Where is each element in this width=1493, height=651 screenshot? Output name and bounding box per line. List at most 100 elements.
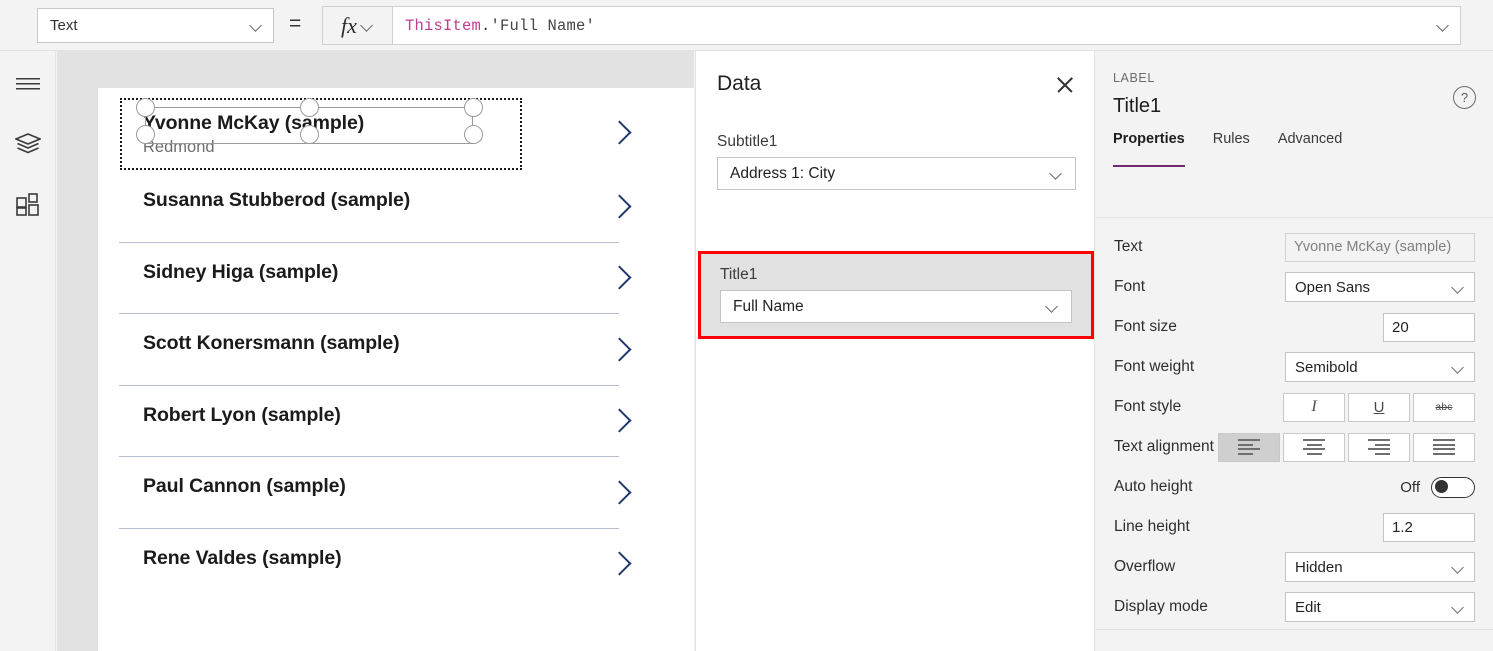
chevron-down-icon <box>1046 300 1059 313</box>
overflow-select[interactable]: Hidden <box>1285 552 1475 582</box>
property-control: Edit <box>1285 592 1475 622</box>
question-mark-icon[interactable]: ? <box>1453 86 1476 109</box>
gallery-separator <box>119 241 619 243</box>
chevron-right-icon[interactable] <box>610 405 632 435</box>
underline-icon[interactable]: U <box>1348 392 1410 422</box>
property-label: Overflow <box>1114 558 1176 575</box>
font-select[interactable]: Open Sans <box>1285 272 1475 302</box>
property-label: Font size <box>1114 318 1177 335</box>
fx-icon: fx <box>341 12 357 38</box>
insert-components-icon[interactable] <box>13 189 43 219</box>
align-right-glyph <box>1368 439 1390 455</box>
font-size-input[interactable]: 20 <box>1383 312 1475 342</box>
grid-glyph <box>16 193 39 216</box>
gallery-item[interactable]: Susanna Stubberod (sample) <box>98 170 694 242</box>
app-screen[interactable]: Yvonne McKay (sample) Redmond Susanna St… <box>98 88 694 651</box>
chevron-right-icon[interactable] <box>610 191 632 221</box>
data-field-label: Title1 <box>720 266 758 283</box>
gallery-control[interactable]: Yvonne McKay (sample) Redmond Susanna St… <box>98 88 694 599</box>
align-center-glyph <box>1303 439 1325 455</box>
data-panel: Data Subtitle1 Address 1: City Title1 Fu… <box>695 51 1095 651</box>
resize-handle-s[interactable] <box>300 125 319 144</box>
underline-glyph: U <box>1373 398 1385 416</box>
close-icon[interactable] <box>1053 73 1077 97</box>
property-label: Auto height <box>1114 478 1193 495</box>
align-left-icon[interactable] <box>1218 432 1280 462</box>
property-label: Text alignment <box>1114 438 1214 455</box>
formula-token-dot: . <box>481 16 491 35</box>
gallery-item-title[interactable]: Paul Cannon (sample) <box>143 475 346 498</box>
property-label: Font style <box>1114 398 1182 415</box>
strikethrough-icon[interactable]: abc <box>1413 392 1475 422</box>
overflow-select-value: Hidden <box>1295 558 1343 576</box>
hamburger-menu-icon[interactable] <box>13 69 43 99</box>
gallery-item[interactable]: Sidney Higa (sample) <box>98 241 694 314</box>
chevron-down-icon <box>361 19 374 32</box>
property-label: Display mode <box>1114 598 1208 615</box>
resize-handle-sw[interactable] <box>136 125 155 144</box>
italic-icon[interactable]: I <box>1283 392 1345 422</box>
resize-handle-nw[interactable] <box>136 98 155 117</box>
auto-height-toggle[interactable] <box>1431 476 1475 498</box>
chevron-right-icon[interactable] <box>610 117 632 147</box>
align-justify-icon[interactable] <box>1413 432 1475 462</box>
resize-handle-ne[interactable] <box>464 98 483 117</box>
line-height-input[interactable]: 1.2 <box>1383 512 1475 542</box>
property-control: Off <box>1400 476 1475 498</box>
canvas-area[interactable]: Yvonne McKay (sample) Redmond Susanna St… <box>57 51 694 651</box>
align-left-glyph <box>1238 439 1260 455</box>
gallery-item[interactable]: Paul Cannon (sample) <box>98 456 694 528</box>
chevron-down-icon[interactable] <box>1437 19 1450 32</box>
gallery-item-title[interactable]: Sidney Higa (sample) <box>143 261 338 284</box>
gallery-item[interactable]: Scott Konersmann (sample) <box>98 313 694 385</box>
chevron-right-icon[interactable] <box>610 334 632 364</box>
property-row-overflow: Overflow Hidden <box>1096 547 1493 587</box>
auto-height-toggle-wrap: Off <box>1400 476 1475 498</box>
fx-button[interactable]: fx <box>322 6 393 45</box>
chevron-down-icon <box>250 19 263 32</box>
gallery-separator <box>119 384 619 386</box>
data-field-dropdown[interactable]: Full Name <box>720 290 1072 323</box>
gallery-item[interactable]: Yvonne McKay (sample) Redmond <box>98 88 694 170</box>
data-field-value: Full Name <box>733 297 804 315</box>
property-control: 1.2 <box>1383 512 1475 542</box>
property-selector[interactable]: Text <box>37 8 274 43</box>
formula-input[interactable]: ThisItem.'Full Name' <box>393 6 1461 45</box>
tree-view-icon[interactable] <box>13 129 43 159</box>
tab-divider <box>1096 217 1493 218</box>
text-value-field[interactable]: Yvonne McKay (sample) <box>1285 232 1475 262</box>
toggle-knob <box>1435 480 1448 493</box>
gallery-item-title[interactable]: Rene Valdes (sample) <box>143 547 342 570</box>
gallery-item[interactable]: Rene Valdes (sample) <box>98 527 694 600</box>
control-type-label: LABEL <box>1113 71 1155 85</box>
chevron-right-icon[interactable] <box>610 477 632 507</box>
tab-advanced[interactable]: Advanced <box>1278 131 1343 167</box>
data-field-dropdown[interactable]: Address 1: City <box>717 157 1076 190</box>
tab-rules[interactable]: Rules <box>1213 131 1250 167</box>
gallery-item-title[interactable]: Susanna Stubberod (sample) <box>143 189 410 212</box>
property-row-text-alignment: Text alignment <box>1096 427 1493 467</box>
font-weight-select[interactable]: Semibold <box>1285 352 1475 382</box>
display-mode-select[interactable]: Edit <box>1285 592 1475 622</box>
resize-handle-n[interactable] <box>300 98 319 117</box>
display-mode-select-value: Edit <box>1295 598 1321 616</box>
property-label: Line height <box>1114 518 1190 535</box>
align-center-icon[interactable] <box>1283 432 1345 462</box>
gallery-item-title[interactable]: Robert Lyon (sample) <box>143 404 341 427</box>
font-style-button-group: I U abc <box>1283 392 1475 422</box>
property-row-font-size: Font size 20 <box>1096 307 1493 347</box>
chevron-down-icon <box>1452 561 1465 574</box>
control-name: Title1 <box>1113 95 1162 117</box>
properties-tabs: Properties Rules Advanced <box>1113 131 1493 167</box>
gallery-item-title[interactable]: Scott Konersmann (sample) <box>143 332 400 355</box>
tab-properties[interactable]: Properties <box>1113 131 1185 167</box>
property-control: 20 <box>1383 312 1475 342</box>
chevron-right-icon[interactable] <box>610 262 632 292</box>
left-rail <box>0 51 56 651</box>
formula-expression: ThisItem.'Full Name' <box>405 17 595 35</box>
align-right-icon[interactable] <box>1348 432 1410 462</box>
text-alignment-button-group <box>1218 432 1475 462</box>
resize-handle-se[interactable] <box>464 125 483 144</box>
chevron-right-icon[interactable] <box>610 548 632 578</box>
gallery-item[interactable]: Robert Lyon (sample) <box>98 384 694 457</box>
